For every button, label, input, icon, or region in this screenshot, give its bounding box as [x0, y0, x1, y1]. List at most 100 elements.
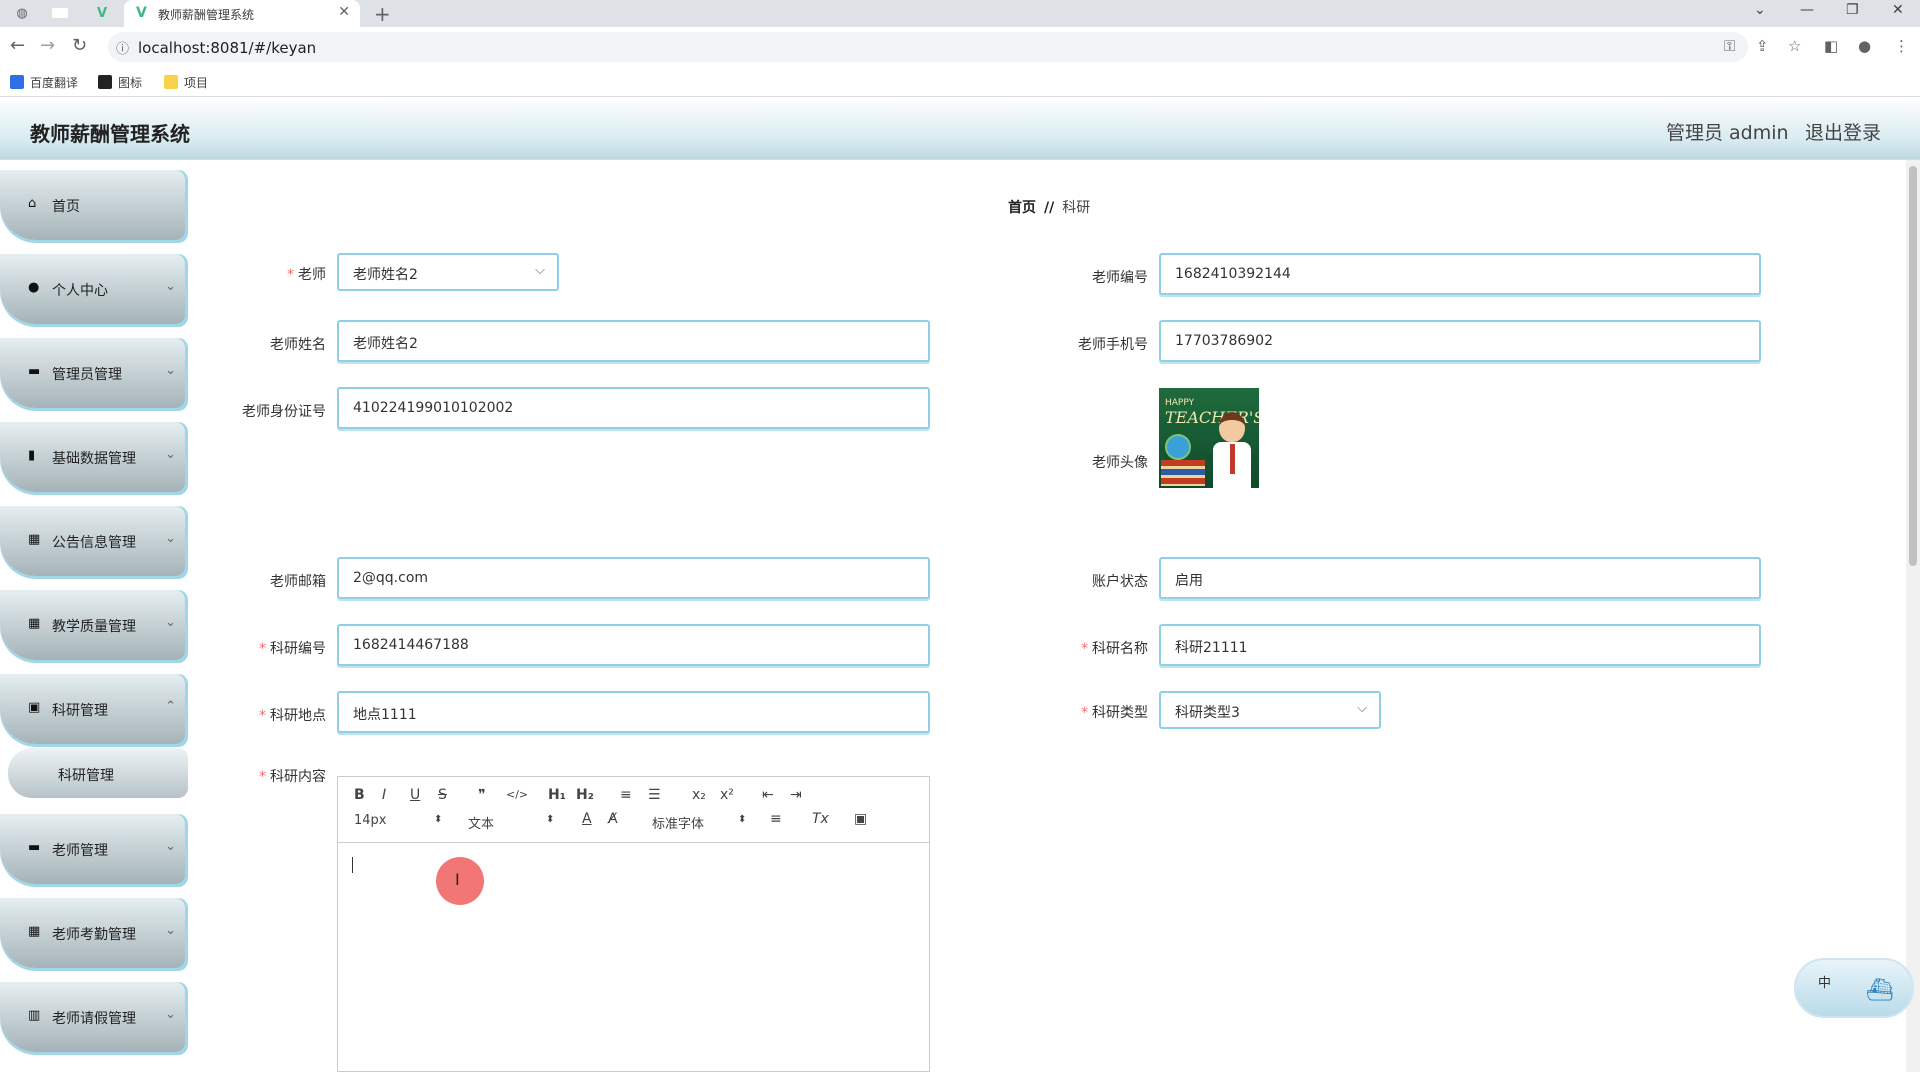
- vue-icon[interactable]: V: [92, 4, 112, 24]
- logout-button[interactable]: 退出登录: [1805, 118, 1881, 145]
- forward-icon[interactable]: →: [40, 35, 55, 56]
- sidebar-item-teacher[interactable]: ▬ 老师管理 ⌄: [0, 814, 188, 884]
- tab-title: 教师薪酬管理系统: [158, 8, 255, 22]
- teacher-avatar-image: HAPPY TEACHER'S: [1159, 388, 1259, 488]
- globe-icon[interactable]: ◍: [12, 4, 32, 24]
- format-select[interactable]: 文本 ⬍: [468, 813, 558, 832]
- font-color-button[interactable]: A: [582, 811, 592, 827]
- image-button[interactable]: ▣: [854, 811, 867, 827]
- close-window-button[interactable]: ✕: [1892, 2, 1904, 18]
- bookmark-icons[interactable]: 图标: [98, 74, 142, 91]
- active-tab[interactable]: V 教师薪酬管理系统 ✕: [124, 0, 360, 27]
- new-tab-button[interactable]: +: [374, 2, 391, 26]
- clear-format-button[interactable]: Tx: [812, 811, 829, 827]
- sidebar-item-home[interactable]: ⌂ 首页: [0, 170, 188, 240]
- minimize-button[interactable]: —: [1800, 2, 1814, 18]
- scrollbar-thumb[interactable]: [1909, 166, 1917, 566]
- teacher-no-field[interactable]: 1682410392144: [1159, 253, 1761, 295]
- research-place-label: * 科研地点: [259, 708, 326, 724]
- underline-button[interactable]: U: [410, 787, 420, 803]
- tie-illustration: [1230, 444, 1235, 474]
- blockquote-button[interactable]: ❞: [478, 787, 486, 803]
- indent-button[interactable]: ⇥: [790, 787, 802, 803]
- teacher-label: * 老师: [287, 267, 326, 283]
- breadcrumb-separator: //: [1044, 200, 1055, 216]
- url-field[interactable]: ⓘ localhost:8081/#/keyan: [108, 32, 1748, 62]
- research-no-field[interactable]: 1682414467188: [337, 624, 930, 666]
- ordered-list-button[interactable]: ≡: [620, 787, 632, 803]
- sidebar-item-teaching-quality[interactable]: ▦ 教学质量管理 ⌄: [0, 590, 188, 660]
- restore-button[interactable]: ❐: [1846, 2, 1859, 18]
- editor-body[interactable]: [338, 844, 929, 1071]
- star-icon[interactable]: ☆: [1788, 37, 1801, 55]
- profile-icon[interactable]: ●: [1858, 37, 1871, 55]
- research-place-field[interactable]: 地点1111: [337, 691, 930, 733]
- chevron-down-icon: ⌄: [165, 363, 176, 378]
- superscript-button[interactable]: x²: [720, 787, 734, 803]
- chevron-down-icon: ⌄: [165, 839, 176, 854]
- bookmark-baidu-translate[interactable]: 百度翻译: [10, 74, 78, 91]
- teacher-phone-field[interactable]: 17703786902: [1159, 320, 1761, 362]
- blank-tab-icon[interactable]: [52, 8, 68, 18]
- main-content: 首页 // 科研 * 老师 老师姓名2 ⌵ 老师编号 1682410392144 老师…: [196, 160, 1906, 1072]
- sidepanel-icon[interactable]: ◧: [1824, 37, 1838, 55]
- sidebar-item-notice[interactable]: ▦ 公告信息管理 ⌄: [0, 506, 188, 576]
- mouse-cursor-highlight: I: [436, 857, 484, 905]
- h1-button[interactable]: H₁: [548, 787, 566, 803]
- teacher-head-illustration: [1219, 412, 1245, 442]
- teacher-select[interactable]: 老师姓名2 ⌵: [337, 253, 559, 291]
- italic-button[interactable]: I: [382, 787, 386, 803]
- research-name-field[interactable]: 科研21111: [1159, 624, 1761, 666]
- bookmark-label: 百度翻译: [30, 76, 79, 90]
- code-button[interactable]: </>: [506, 788, 528, 801]
- menu-icon[interactable]: ⋮: [1894, 37, 1909, 55]
- bar-chart-icon: ▥: [28, 1008, 41, 1023]
- sidebar-subitem-research-manage[interactable]: 科研管理: [8, 748, 188, 798]
- font-family-select[interactable]: 标准字体 ⬍: [652, 813, 748, 832]
- chevron-down-icon: ⌄: [165, 531, 176, 546]
- teacher-no-label: 老师编号: [1092, 270, 1148, 286]
- bookmark-label: 项目: [184, 76, 209, 90]
- research-no-label: * 科研编号: [259, 641, 326, 657]
- chevron-down-icon: ⌄: [165, 279, 176, 294]
- bold-button[interactable]: B: [354, 787, 365, 803]
- books-illustration: [1161, 460, 1205, 486]
- tab-search-button[interactable]: ⌄: [1754, 2, 1766, 18]
- sidebar-item-personal-center[interactable]: ● 个人中心 ⌄: [0, 254, 188, 324]
- vue-logo-icon: V: [136, 5, 147, 21]
- sidebar-item-admin[interactable]: ▬ 管理员管理 ⌄: [0, 338, 188, 408]
- ime-floating-widget[interactable]: 中 ⛴: [1794, 958, 1914, 1018]
- bookmark-project[interactable]: 项目: [164, 74, 208, 91]
- align-button[interactable]: ≡: [770, 811, 782, 827]
- sidebar-item-research[interactable]: ▣ 科研管理 ⌃: [0, 674, 188, 744]
- share-icon[interactable]: ⇪: [1756, 37, 1769, 55]
- clipboard-icon: ▮: [28, 448, 36, 463]
- chevron-down-icon: ⌵: [1357, 701, 1367, 716]
- key-icon[interactable]: ⚿: [1724, 37, 1735, 55]
- bullet-list-button[interactable]: ☰: [648, 787, 661, 803]
- close-tab-icon[interactable]: ✕: [338, 4, 350, 20]
- back-icon[interactable]: ←: [10, 35, 25, 56]
- teacher-avatar-label: 老师头像: [1092, 455, 1148, 471]
- subscript-button[interactable]: x₂: [692, 787, 706, 803]
- page-scrollbar[interactable]: [1906, 160, 1920, 1072]
- account-status-field[interactable]: 启用: [1159, 557, 1761, 599]
- outdent-button[interactable]: ⇤: [762, 787, 774, 803]
- book-icon: ▬: [28, 840, 41, 855]
- font-size-select[interactable]: 14px ⬍: [354, 813, 444, 828]
- teacher-id-label: 老师身份证号: [242, 404, 326, 420]
- teacher-id-field[interactable]: 410224199010102002: [337, 387, 930, 429]
- breadcrumb-home[interactable]: 首页: [1008, 200, 1036, 216]
- background-color-button[interactable]: A̸: [608, 811, 618, 827]
- strike-button[interactable]: S: [438, 787, 447, 803]
- site-info-icon[interactable]: ⓘ: [116, 38, 129, 57]
- teacher-email-field[interactable]: 2@qq.com: [337, 557, 930, 599]
- reload-icon[interactable]: ↻: [72, 35, 87, 56]
- h2-button[interactable]: H₂: [576, 787, 594, 803]
- research-type-select[interactable]: 科研类型3 ⌵: [1159, 691, 1381, 729]
- sidebar-item-basic-data[interactable]: ▮ 基础数据管理 ⌄: [0, 422, 188, 492]
- teacher-name-field[interactable]: 老师姓名2: [337, 320, 930, 362]
- sidebar-item-attendance[interactable]: ▦ 老师考勤管理 ⌄: [0, 898, 188, 968]
- editor-toolbar: B I U S ❞ </> H₁ H₂ ≡ ☰ x₂ x² ⇤ ⇥ 14px ⬍…: [338, 777, 929, 843]
- sidebar-item-leave[interactable]: ▥ 老师请假管理 ⌄: [0, 982, 188, 1052]
